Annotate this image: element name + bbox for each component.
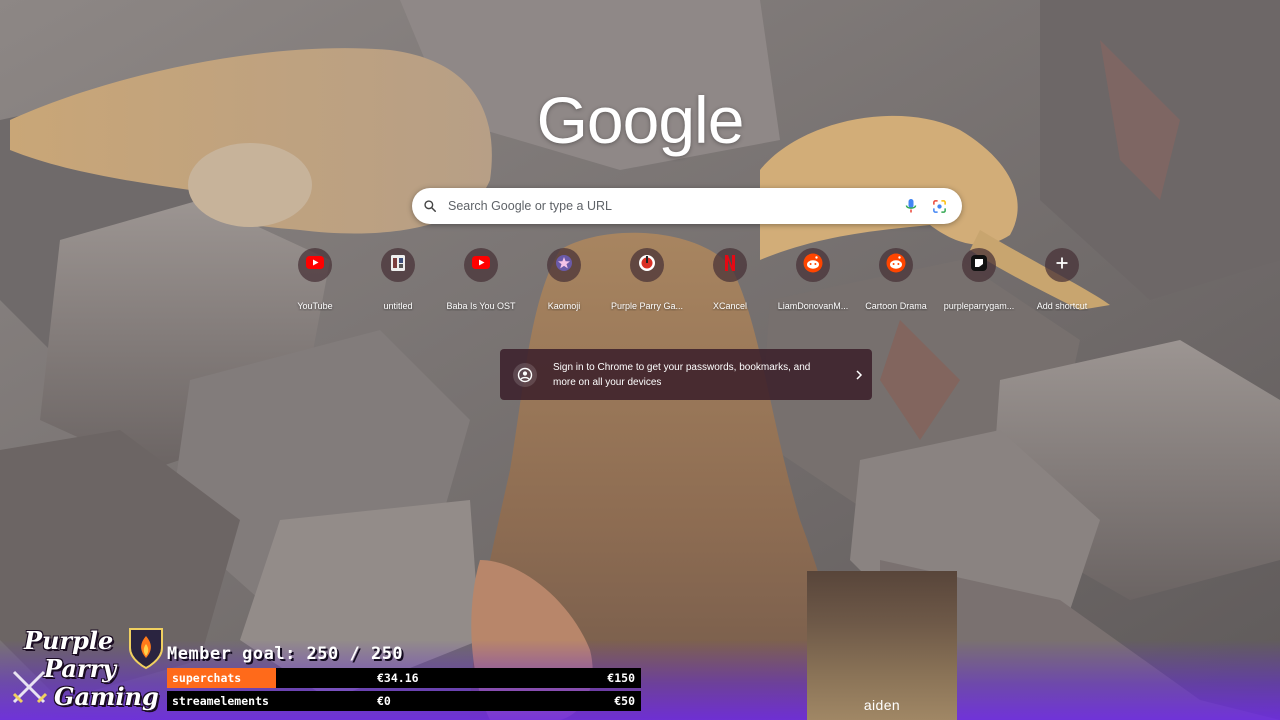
netflix-icon xyxy=(723,254,737,277)
shortcut-title: LiamDonovanM... xyxy=(777,301,849,311)
purple-parry-gaming-logo: Purple Parry Gaming xyxy=(8,624,168,718)
shortcut-title: Kaomoji xyxy=(547,301,581,311)
shortcut-title: Purple Parry Ga... xyxy=(610,301,684,311)
google-logo: Google xyxy=(536,83,745,157)
chrome-signin-promo[interactable]: Sign in to Chrome to get your passwords,… xyxy=(500,349,872,400)
webcam-name-label: aiden xyxy=(863,697,901,713)
shortcut-title: XCancel xyxy=(712,301,748,311)
shortcut-baba-is-you[interactable]: Baba Is You OST xyxy=(439,248,523,311)
goal-bar-streamelements: streamelements €0 €50 xyxy=(167,691,641,711)
shortcut-tile xyxy=(796,248,830,282)
shortcut-title: YouTube xyxy=(297,301,333,311)
search-input[interactable] xyxy=(448,199,896,213)
shortcut-tile xyxy=(381,248,415,282)
shortcut-kaomoji[interactable]: Kaomoji xyxy=(522,248,606,311)
shortcut-tile xyxy=(962,248,996,282)
microphone-icon[interactable] xyxy=(896,188,925,224)
goal-target: €50 xyxy=(614,694,635,708)
youtube-icon xyxy=(306,256,324,274)
reddit-icon xyxy=(886,253,906,278)
shortcut-untitled[interactable]: untitled xyxy=(356,248,440,311)
star-icon xyxy=(555,254,573,277)
shortcut-title: purpleparrygam... xyxy=(943,301,1015,311)
search-box[interactable] xyxy=(412,188,962,224)
crossed-swords-icon xyxy=(10,668,50,712)
brand-line-3: Gaming xyxy=(54,682,159,711)
goal-label: superchats xyxy=(172,671,242,685)
add-shortcut-button[interactable]: Add shortcut xyxy=(1020,248,1104,311)
shortcut-youtube[interactable]: YouTube xyxy=(273,248,357,311)
shortcut-purpleparrygaming[interactable]: purpleparrygam... xyxy=(937,248,1021,311)
shortcut-tile xyxy=(879,248,913,282)
google-lens-icon[interactable] xyxy=(925,188,954,224)
shortcut-tile xyxy=(464,248,498,282)
app-icon xyxy=(970,254,988,277)
search-icon xyxy=(412,188,448,224)
shortcut-tile xyxy=(630,248,664,282)
shortcut-cartoon-drama[interactable]: Cartoon Drama xyxy=(854,248,938,311)
webcam-feed: aiden xyxy=(807,571,957,720)
plus-icon xyxy=(1055,256,1069,275)
chevron-right-icon xyxy=(851,367,867,383)
shortcut-title: Add shortcut xyxy=(1036,301,1088,311)
channel-icon xyxy=(638,254,656,277)
shortcut-title: Baba Is You OST xyxy=(446,301,516,311)
goal-current: €34.16 xyxy=(377,671,419,685)
goal-target: €150 xyxy=(607,671,635,685)
shortcut-tile xyxy=(713,248,747,282)
goal-bar-superchats: superchats €34.16 €150 xyxy=(167,668,641,688)
brand-line-2: Parry xyxy=(44,654,117,683)
shortcut-xcancel[interactable]: XCancel xyxy=(688,248,772,311)
page-icon xyxy=(390,254,406,277)
shortcut-title: untitled xyxy=(383,301,413,311)
member-goal-title: Member goal: 250 / 250 xyxy=(167,644,404,664)
goal-current: €0 xyxy=(377,694,391,708)
shortcut-title: Cartoon Drama xyxy=(865,301,927,311)
shortcut-tile xyxy=(1045,248,1079,282)
shortcut-purple-parry[interactable]: Purple Parry Ga... xyxy=(605,248,689,311)
brand-line-1: Purple xyxy=(24,626,114,655)
signin-message: Sign in to Chrome to get your passwords,… xyxy=(553,361,811,388)
shortcut-tile xyxy=(547,248,581,282)
shortcuts-grid: YouTube untitled Baba Is You OST Kaomoji… xyxy=(273,248,1103,318)
reddit-icon xyxy=(803,253,823,278)
youtube-icon xyxy=(472,256,490,274)
shortcut-liamdonovan[interactable]: LiamDonovanM... xyxy=(771,248,855,311)
account-icon xyxy=(513,362,537,387)
shield-flame-icon xyxy=(126,626,166,674)
goal-label: streamelements xyxy=(172,694,269,708)
shortcut-tile xyxy=(298,248,332,282)
